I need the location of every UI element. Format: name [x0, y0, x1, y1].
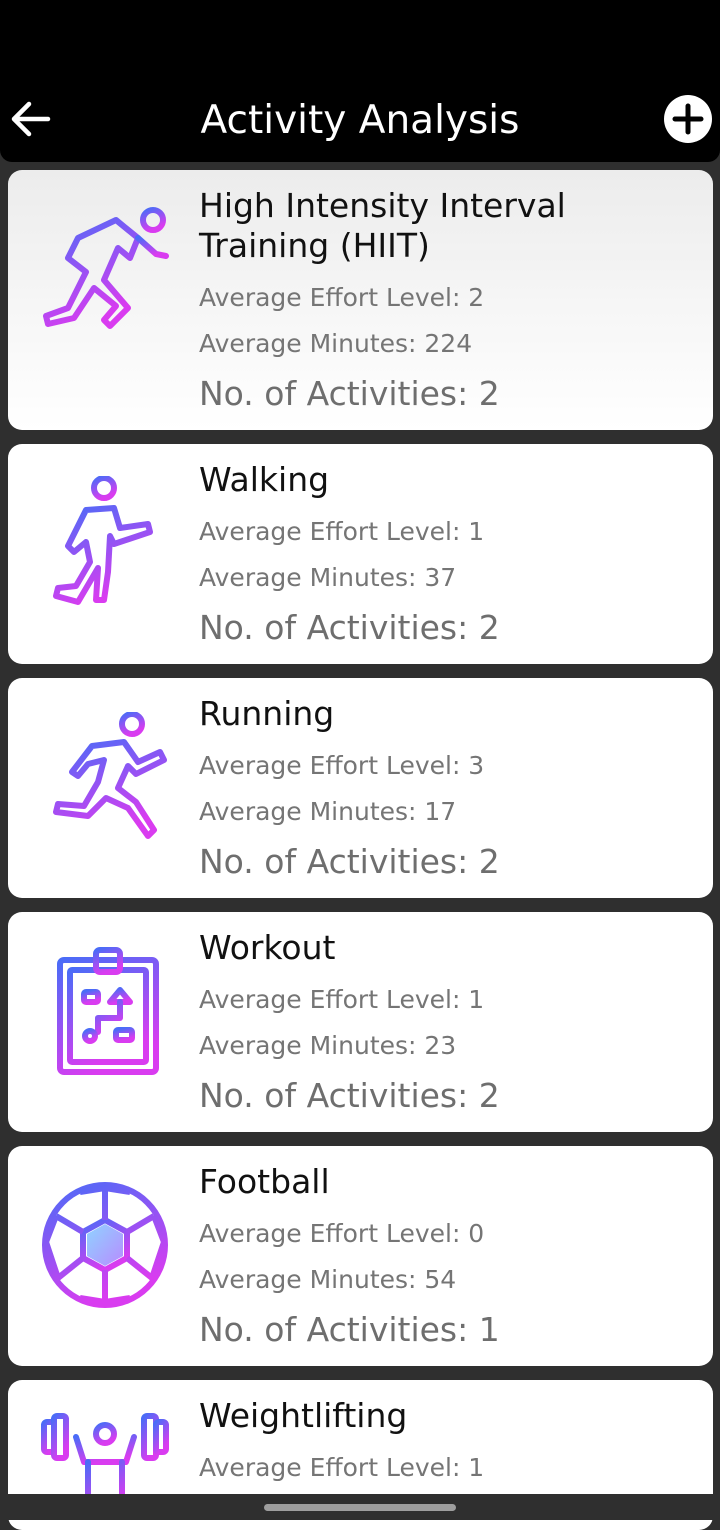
average-minutes: Average Minutes: 37 [199, 563, 457, 592]
effort-level: Average Effort Level: 2 [199, 283, 485, 312]
activity-card[interactable]: Workout Average Effort Level: 1 Average … [8, 912, 713, 1132]
clipboard-plan-icon [57, 947, 159, 1075]
home-indicator[interactable] [264, 1504, 456, 1511]
activity-count: No. of Activities: 2 [199, 374, 500, 413]
activity-name: Football [199, 1162, 330, 1201]
effort-level: Average Effort Level: 3 [199, 751, 485, 780]
sprinter-icon [43, 207, 169, 329]
effort-level: Average Effort Level: 1 [199, 517, 485, 546]
app-bar: Activity Analysis [0, 80, 720, 162]
activity-card[interactable]: High Intensity Interval Training (HIIT) … [8, 170, 713, 430]
plus-circle-icon [664, 95, 712, 143]
soccer-ball-icon [42, 1182, 168, 1308]
effort-level: Average Effort Level: 1 [199, 1453, 485, 1482]
average-minutes: Average Minutes: 54 [199, 1265, 457, 1294]
activity-name: Running [199, 694, 335, 733]
activity-card[interactable]: Walking Average Effort Level: 1 Average … [8, 444, 713, 664]
activity-name: High Intensity Interval Training (HIIT) [199, 186, 566, 265]
effort-level: Average Effort Level: 0 [199, 1219, 485, 1248]
activity-count: No. of Activities: 2 [199, 1076, 500, 1115]
average-minutes: Average Minutes: 23 [199, 1031, 457, 1060]
page-title: Activity Analysis [200, 98, 520, 143]
activity-card[interactable]: Running Average Effort Level: 3 Average … [8, 678, 713, 898]
add-activity-button[interactable] [663, 94, 713, 144]
running-person-icon [53, 712, 167, 839]
walking-person-icon [53, 476, 153, 605]
activity-count: No. of Activities: 2 [199, 608, 500, 647]
average-minutes: Average Minutes: 224 [199, 329, 473, 358]
activity-name: Workout [199, 928, 336, 967]
average-minutes: Average Minutes: 17 [199, 797, 457, 826]
effort-level: Average Effort Level: 1 [199, 985, 485, 1014]
navigation-bar [0, 1494, 720, 1520]
activity-name: Weightlifting [199, 1396, 408, 1435]
activity-count: No. of Activities: 2 [199, 842, 500, 881]
status-bar [0, 0, 720, 80]
activity-card[interactable]: Football Average Effort Level: 0 Average… [8, 1146, 713, 1366]
activity-count: No. of Activities: 1 [199, 1310, 500, 1349]
activity-name: Walking [199, 460, 330, 499]
